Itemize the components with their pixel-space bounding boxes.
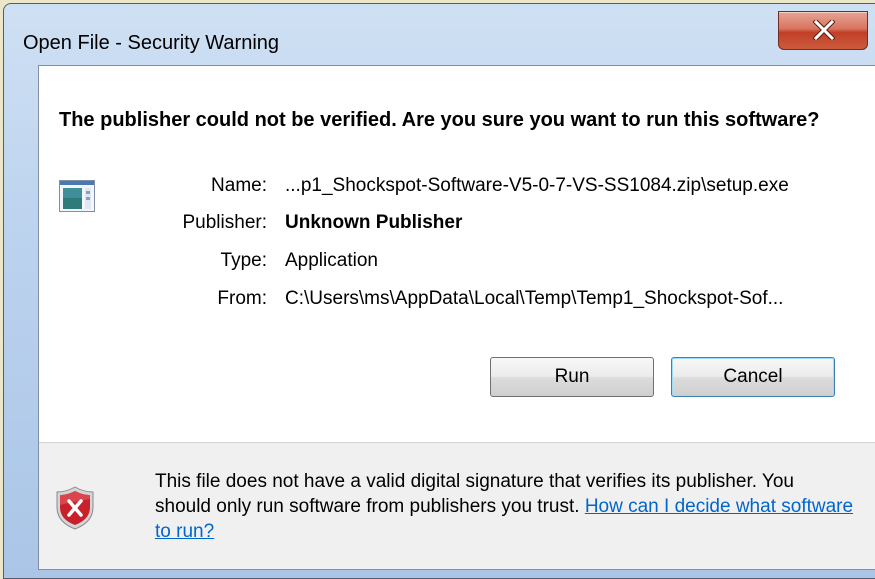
footer-message: This file does not have a valid digital … [155,469,855,544]
close-button[interactable] [778,11,868,50]
type-row: Type: Application [39,250,875,276]
cancel-button[interactable]: Cancel [671,357,835,397]
run-button[interactable]: Run [490,357,654,397]
dialog-content: The publisher could not be verified. Are… [38,65,875,570]
from-label: From: [217,288,267,309]
type-label: Type: [220,250,267,271]
close-icon [813,20,835,40]
name-row: Name: ...p1_Shockspot-Software-V5-0-7-VS… [39,175,875,201]
security-shield-icon [56,486,94,530]
publisher-row: Publisher: Unknown Publisher [39,212,875,238]
name-label: Name: [211,175,267,196]
security-warning-dialog: Open File - Security Warning The publish… [3,3,875,579]
name-value: ...p1_Shockspot-Software-V5-0-7-VS-SS108… [285,175,789,196]
publisher-label: Publisher: [182,212,268,233]
from-value: C:\Users\ms\AppData\Local\Temp\Temp1_Sho… [285,288,784,309]
publisher-value: Unknown Publisher [285,212,463,233]
type-value: Application [285,250,378,271]
from-row: From: C:\Users\ms\AppData\Local\Temp\Tem… [39,288,875,314]
window-title: Open File - Security Warning [23,32,280,54]
warning-headline: The publisher could not be verified. Are… [59,109,820,131]
info-footer: This file does not have a valid digital … [39,443,875,569]
